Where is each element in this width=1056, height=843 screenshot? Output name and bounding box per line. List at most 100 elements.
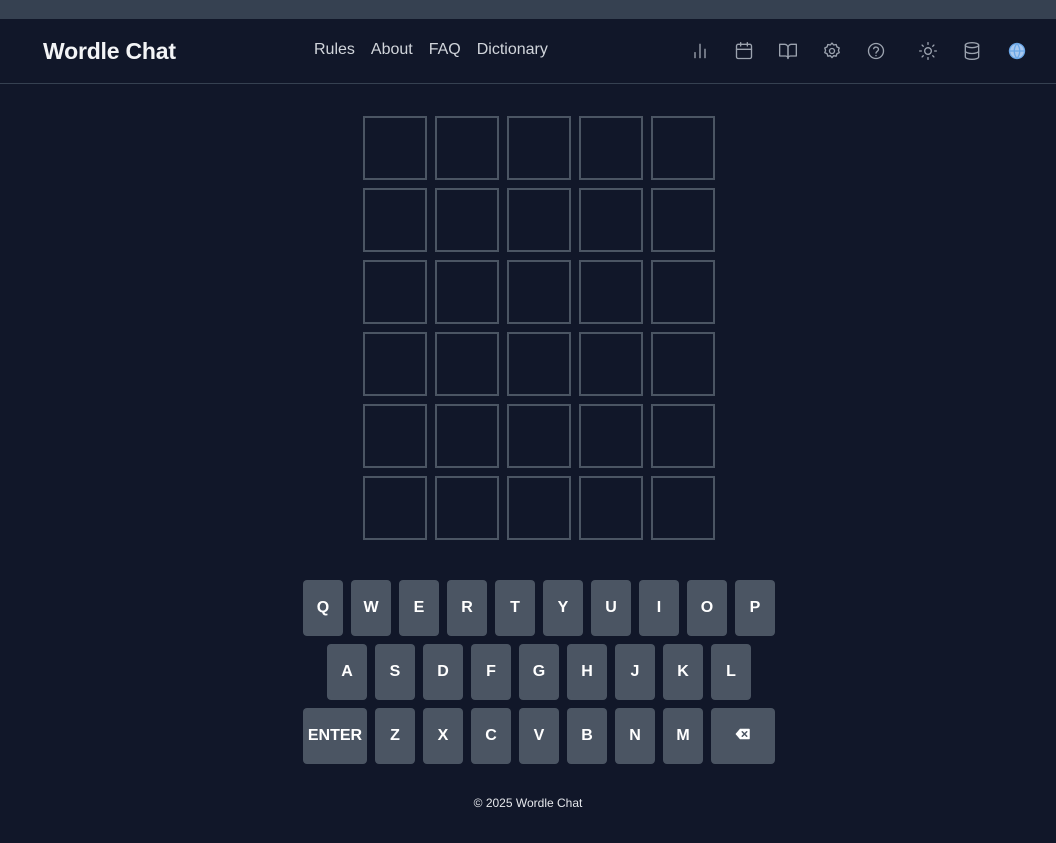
key-l[interactable]: L (711, 644, 751, 700)
key-f[interactable]: F (471, 644, 511, 700)
board-tile (507, 404, 571, 468)
board-tile (363, 476, 427, 540)
board-tile (363, 116, 427, 180)
key-label: P (749, 599, 761, 616)
enter-key[interactable]: ENTER (303, 708, 367, 764)
calendar-icon[interactable] (733, 40, 755, 62)
enter-key-label: ENTER (307, 727, 363, 744)
key-m[interactable]: M (663, 708, 703, 764)
globe-icon[interactable] (1006, 40, 1028, 62)
key-v[interactable]: V (519, 708, 559, 764)
browser-top-strip (0, 0, 1056, 19)
board-tile (435, 260, 499, 324)
board-tile (435, 188, 499, 252)
key-label: X (437, 727, 449, 744)
board-tile (435, 476, 499, 540)
key-label: W (363, 599, 379, 616)
key-e[interactable]: E (399, 580, 439, 636)
footer-copyright: © 2025 Wordle Chat (473, 796, 583, 810)
board-tile (507, 188, 571, 252)
key-label: S (389, 663, 401, 680)
key-q[interactable]: Q (303, 580, 343, 636)
board-tile (507, 260, 571, 324)
backspace-icon (734, 725, 752, 748)
key-d[interactable]: D (423, 644, 463, 700)
key-j[interactable]: J (615, 644, 655, 700)
navbar: Wordle Chat Rules About FAQ Dictionary (0, 19, 1056, 84)
nav-link-dictionary[interactable]: Dictionary (477, 41, 548, 59)
key-label: M (676, 727, 690, 744)
key-i[interactable]: I (639, 580, 679, 636)
board-tile (579, 404, 643, 468)
key-label: I (656, 599, 662, 616)
key-label: K (677, 663, 689, 680)
key-label: L (726, 663, 736, 680)
key-label: F (486, 663, 496, 680)
key-s[interactable]: S (375, 644, 415, 700)
bar-chart-icon[interactable] (689, 40, 711, 62)
board-tile (507, 116, 571, 180)
board-tile (579, 116, 643, 180)
key-z[interactable]: Z (375, 708, 415, 764)
key-k[interactable]: K (663, 644, 703, 700)
key-label: T (510, 599, 520, 616)
key-label: U (605, 599, 617, 616)
key-r[interactable]: R (447, 580, 487, 636)
key-y[interactable]: Y (543, 580, 583, 636)
key-label: J (630, 663, 640, 680)
board-tile (579, 476, 643, 540)
key-label: E (413, 599, 425, 616)
key-label: N (629, 727, 641, 744)
board-tile (363, 332, 427, 396)
board-tile (363, 260, 427, 324)
key-g[interactable]: G (519, 644, 559, 700)
book-open-icon[interactable] (777, 40, 799, 62)
board-tile (651, 476, 715, 540)
database-icon[interactable] (961, 40, 983, 62)
gear-icon[interactable] (821, 40, 843, 62)
key-label: G (532, 663, 546, 680)
board-tile (435, 332, 499, 396)
key-a[interactable]: A (327, 644, 367, 700)
board-tile (651, 188, 715, 252)
key-label: O (700, 599, 714, 616)
key-label: Y (557, 599, 569, 616)
sun-icon[interactable] (917, 40, 939, 62)
key-x[interactable]: X (423, 708, 463, 764)
nav-link-about[interactable]: About (371, 41, 413, 59)
key-label: Q (316, 599, 330, 616)
board-tile (507, 476, 571, 540)
key-b[interactable]: B (567, 708, 607, 764)
help-circle-icon[interactable] (865, 40, 887, 62)
key-h[interactable]: H (567, 644, 607, 700)
board-tile (579, 188, 643, 252)
brand-logo[interactable]: Wordle Chat (43, 38, 176, 65)
board-tile (363, 188, 427, 252)
nav-link-rules[interactable]: Rules (314, 41, 355, 59)
board-tile (435, 404, 499, 468)
board-tile (579, 260, 643, 324)
key-label: C (485, 727, 497, 744)
key-c[interactable]: C (471, 708, 511, 764)
key-label: Z (390, 727, 400, 744)
board-tile (651, 260, 715, 324)
board-tile (651, 404, 715, 468)
nav-link-faq[interactable]: FAQ (429, 41, 461, 59)
key-label: B (581, 727, 593, 744)
key-label: H (581, 663, 593, 680)
key-p[interactable]: P (735, 580, 775, 636)
key-w[interactable]: W (351, 580, 391, 636)
backspace-key[interactable] (711, 708, 775, 764)
board-tile (363, 404, 427, 468)
key-n[interactable]: N (615, 708, 655, 764)
key-u[interactable]: U (591, 580, 631, 636)
board-tile (507, 332, 571, 396)
key-t[interactable]: T (495, 580, 535, 636)
board-tile (435, 116, 499, 180)
nav-links: Rules About FAQ Dictionary (314, 41, 564, 59)
key-label: D (437, 663, 449, 680)
board-tile (651, 116, 715, 180)
key-label: A (341, 663, 353, 680)
key-o[interactable]: O (687, 580, 727, 636)
board-tile (579, 332, 643, 396)
